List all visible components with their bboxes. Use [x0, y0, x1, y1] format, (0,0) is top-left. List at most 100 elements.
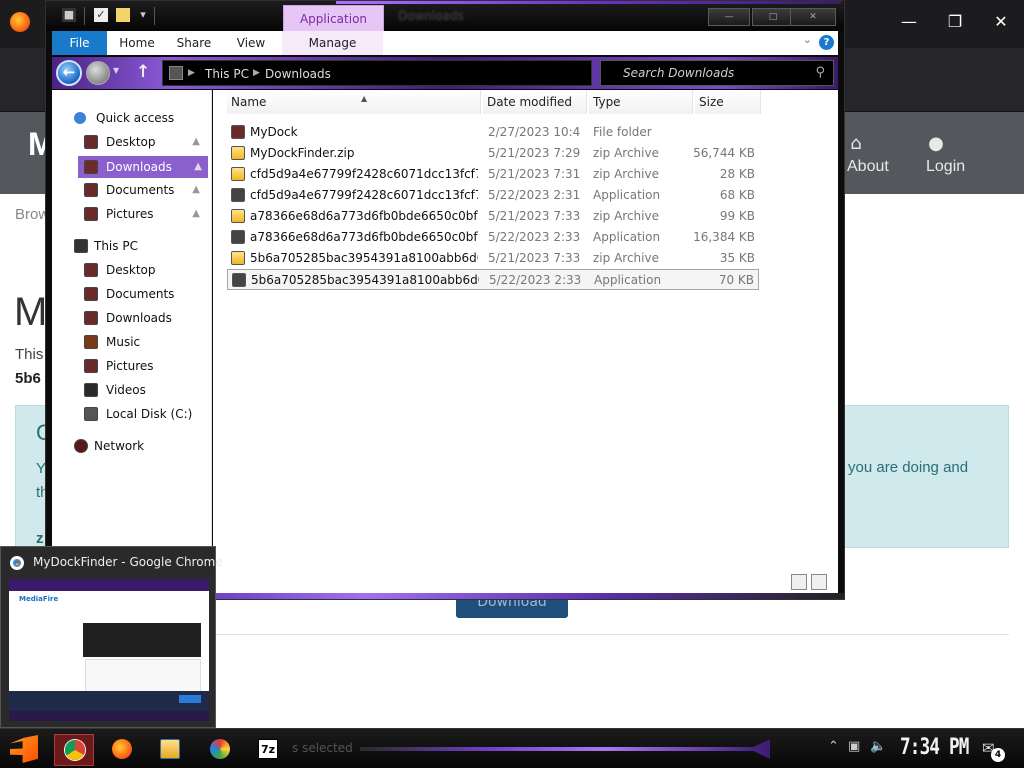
nav-quick-desktop[interactable]: Desktop ▲ [80, 131, 206, 153]
file-name: cfd5d9a4e67799f2428c6071dcc13fcf726f49..… [250, 188, 478, 202]
properties-icon[interactable]: ✓ [94, 8, 108, 22]
thumb-tabstrip [9, 579, 209, 591]
nav-about-link[interactable]: About [847, 158, 889, 176]
thumb-taskbar [9, 711, 209, 721]
file-type: zip Archive [593, 251, 659, 265]
column-header-type[interactable]: Type [589, 90, 693, 114]
file-row[interactable]: MyDockFinder.zip 5/21/2023 7:29... zip Arc… [227, 143, 759, 164]
column-header-name[interactable]: Name ▲ [227, 90, 481, 114]
file-row[interactable]: MyDock 2/27/2023 10:4... File folder [227, 122, 759, 143]
taskbar-paint[interactable] [200, 734, 240, 766]
minimize-button[interactable]: — [708, 8, 750, 26]
search-input[interactable]: Search Downloads ⚲ [600, 60, 834, 86]
browser-minimize-button[interactable]: — [886, 8, 932, 36]
firefox-logo-icon [10, 12, 30, 32]
quick-access-divider [84, 7, 85, 25]
recent-locations-icon[interactable]: ▼ [113, 66, 119, 75]
network-tray-icon[interactable]: ▣ [848, 739, 860, 754]
quick-access-divider-2 [154, 7, 155, 25]
documents-icon [84, 183, 98, 197]
nav-login-link[interactable]: Login [926, 158, 965, 176]
nav-pc-pictures[interactable]: Pictures [80, 355, 206, 377]
details-view-icon[interactable] [791, 574, 807, 590]
address-segment-downloads[interactable]: Downloads [265, 67, 331, 81]
maximize-button[interactable]: □ [752, 8, 794, 26]
browser-maximize-button[interactable]: ❐ [932, 8, 978, 36]
file-name: cfd5d9a4e67799f2428c6071dcc13fcf726f49..… [250, 167, 478, 181]
nav-pc-videos[interactable]: Videos [80, 379, 206, 401]
back-button[interactable]: ← [56, 60, 82, 86]
tab-home[interactable]: Home [112, 31, 162, 55]
column-header-date[interactable]: Date modified [483, 90, 587, 114]
title-decoration [336, 1, 841, 4]
start-button-icon[interactable] [10, 735, 38, 763]
address-segment-this-pc[interactable]: This PC [205, 67, 249, 81]
tab-view[interactable]: View [226, 31, 276, 55]
chevron-right-icon[interactable]: ▶ [188, 68, 195, 78]
nav-quick-access[interactable]: Quick access [74, 107, 204, 129]
help-icon[interactable]: ? [819, 35, 834, 50]
show-hidden-icons-icon[interactable]: ⌃ [828, 739, 839, 754]
taskbar-firefox[interactable] [102, 734, 142, 766]
preview-title: MyDockFinder - Google Chrome [33, 555, 223, 569]
nav-quick-pictures[interactable]: Pictures ▲ [80, 203, 206, 225]
file-type: zip Archive [593, 146, 659, 160]
taskbar-7zip[interactable]: 7z [248, 734, 288, 766]
nav-network[interactable]: Network [74, 435, 204, 457]
preview-thumbnail[interactable]: MediaFire [9, 579, 209, 721]
close-button[interactable]: ✕ [790, 8, 836, 26]
address-bar[interactable]: ▶ This PC ▶ Downloads [162, 60, 592, 86]
clock[interactable]: 7:34 PM [900, 735, 969, 760]
taskbar-file-explorer[interactable] [150, 734, 190, 766]
nav-quick-documents[interactable]: Documents ▲ [80, 179, 206, 201]
app-icon [232, 273, 246, 287]
explorer-app-icon[interactable]: ■ [62, 8, 76, 22]
nav-quick-downloads[interactable]: Downloads ▲ [78, 156, 208, 178]
thumb-accept-button [179, 695, 201, 703]
file-row[interactable]: a78366e68d6a773d6fb0bde6650c0bf30de1... 5… [227, 227, 759, 248]
star-icon [74, 112, 86, 124]
tab-file[interactable]: File [52, 31, 107, 55]
file-row[interactable]: a78366e68d6a773d6fb0bde6650c0bf30de1... 5… [227, 206, 759, 227]
file-row[interactable]: cfd5d9a4e67799f2428c6071dcc13fcf726f49..… [227, 185, 759, 206]
nav-pc-local-disk[interactable]: Local Disk (C:) [80, 403, 206, 425]
chrome-icon [65, 740, 85, 760]
expand-ribbon-icon[interactable]: ⌄ [803, 33, 812, 46]
zip-icon [231, 251, 245, 265]
search-icon[interactable]: ⚲ [815, 65, 825, 80]
volume-icon[interactable]: 🔈 [870, 739, 886, 754]
folder-icon [231, 125, 245, 139]
pin-icon: ▲ [192, 208, 200, 219]
tab-share[interactable]: Share [168, 31, 220, 55]
forward-button[interactable] [86, 61, 110, 85]
up-button[interactable]: ↑ [136, 62, 150, 82]
chevron-right-icon[interactable]: ▶ [253, 68, 260, 78]
file-row[interactable]: 5b6a705285bac3954391a8100abb6d095c6... 5/… [227, 248, 759, 269]
browser-close-button[interactable]: ✕ [978, 8, 1024, 36]
chrome-taskbar-preview[interactable]: MyDockFinder - Google Chrome MediaFire [0, 546, 223, 728]
taskbar: 7z s selected ⌃ ▣ 🔈 7:34 PM ✉ 4 [0, 728, 1024, 768]
nav-pc-downloads[interactable]: Downloads [80, 307, 206, 329]
customize-toolbar-icon[interactable]: ▾ [136, 8, 150, 22]
column-header-size[interactable]: Size [695, 90, 761, 114]
login-icon[interactable]: ● [926, 133, 946, 154]
nav-label: Videos [106, 383, 146, 397]
documents-icon [84, 287, 98, 301]
nav-label: Network [94, 439, 145, 453]
nav-pc-music[interactable]: Music [80, 331, 206, 353]
tab-manage[interactable]: Manage [282, 31, 383, 55]
about-icon[interactable]: ⌂ [846, 133, 866, 154]
file-row[interactable]: 5b6a705285bac3954391a8100abb6d095c6... 5/… [227, 269, 759, 290]
file-date: 5/21/2023 7:33... [488, 209, 580, 223]
nav-pc-desktop[interactable]: Desktop [80, 259, 206, 281]
large-icons-view-icon[interactable] [811, 574, 827, 590]
explorer-title-bar[interactable]: ■ ✓ ▾ Application Tools Downloads — □ ✕ [46, 1, 844, 52]
nav-this-pc[interactable]: This PC [74, 235, 204, 257]
nav-label: Quick access [96, 111, 175, 125]
nav-pc-documents[interactable]: Documents [80, 283, 206, 305]
app-icon [231, 230, 245, 244]
taskbar-chrome[interactable] [54, 734, 94, 766]
application-tools-tab[interactable]: Application Tools [283, 5, 384, 52]
file-row[interactable]: cfd5d9a4e67799f2428c6071dcc13fcf726f49..… [227, 164, 759, 185]
new-folder-icon[interactable] [116, 8, 130, 22]
